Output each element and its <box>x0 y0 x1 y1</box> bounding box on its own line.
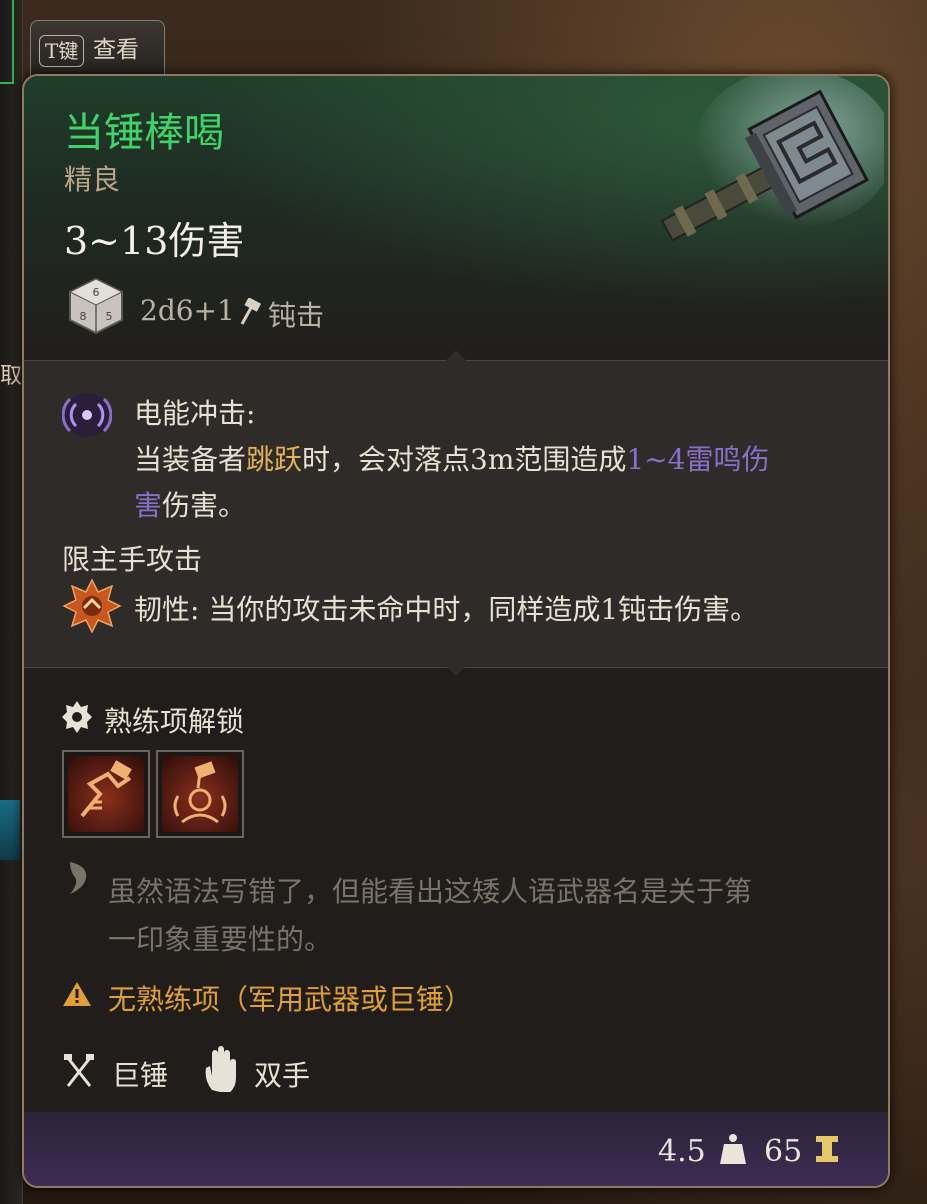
effect-text: 时，会对落点3m范围造成 <box>302 443 627 476</box>
flavor-text-line-1: 虽然语法写错了，但能看出这矮人语武器名是关于第 <box>108 875 753 908</box>
crossed-weapons-icon <box>64 1054 94 1087</box>
t-key-hint: T键 <box>39 35 85 67</box>
weapon-type: 巨锤 <box>112 1059 169 1092</box>
electric-effect-title: 电能冲击: <box>134 397 256 430</box>
slot-background <box>162 756 238 832</box>
svg-text:5: 5 <box>106 310 113 323</box>
proficiency-action-slot-1[interactable] <box>62 750 150 838</box>
item-damage: 3~13伤害 <box>64 219 245 263</box>
tenacity-effect: 韧性: 当你的攻击未命中时，同样造成1钝击伤害。 <box>134 588 758 628</box>
tenacity-text: 当你的攻击未命中时，同样造成1钝击伤害。 <box>199 593 759 626</box>
effect-text: 当装备者 <box>134 443 247 476</box>
slot-background <box>68 756 144 832</box>
inspect-label: 查看 <box>93 37 139 63</box>
tooltip-footer-bar <box>24 1112 888 1186</box>
proficiency-unlock-label: 熟练项解锁 <box>104 705 245 738</box>
quill-icon <box>70 862 87 894</box>
effect-text: 伤害。 <box>162 489 247 522</box>
warning-icon <box>63 982 91 1006</box>
thunder-damage-keyword[interactable]: 1~4雷鸣伤 <box>626 443 769 476</box>
tenacity-icon <box>62 578 122 634</box>
side-panel-char: 取 <box>0 364 23 389</box>
no-proficiency-warning: 无熟练项（军用武器或巨锤） <box>108 983 473 1016</box>
proficiency-badge-icon <box>62 701 92 733</box>
selected-slot-frame <box>0 0 14 84</box>
flavor-text-line-2: 一印象重要性的。 <box>108 923 333 956</box>
item-weight: 4.5 <box>658 1134 706 1169</box>
damage-type: 钝击 <box>268 299 325 332</box>
tenacity-shout-icon <box>173 761 227 824</box>
left-side-panel: 取 <box>0 0 23 1204</box>
warhammer-icon <box>660 76 884 242</box>
item-rarity: 精良 <box>64 163 121 196</box>
gold-coin-icon <box>816 1136 838 1162</box>
item-tooltip: 当锤棒喝 精良 3~13伤害 6 8 5 2d6+1 钝击 电能冲击: 当装备者… <box>22 74 890 1188</box>
main-hand-restriction: 限主手攻击 <box>62 543 203 576</box>
handedness: 双手 <box>254 1059 311 1092</box>
dice-icon: 6 8 5 <box>68 277 124 335</box>
electric-effect-line-1: 当装备者跳跃时，会对落点3m范围造成1~4雷鸣伤 <box>134 438 770 478</box>
item-value: 65 <box>764 1134 803 1169</box>
thunder-damage-keyword-cont[interactable]: 害 <box>134 489 162 522</box>
weight-icon <box>720 1134 746 1164</box>
rush-attack-icon <box>80 760 132 818</box>
side-panel-marker <box>0 800 20 860</box>
damage-dice: 2d6+1 <box>140 294 235 327</box>
jump-keyword[interactable]: 跳跃 <box>246 443 302 476</box>
electric-shock-icon <box>62 393 112 437</box>
inspect-tab[interactable]: T键 查看 <box>30 20 165 79</box>
svg-text:8: 8 <box>80 310 87 323</box>
electric-effect-line-2: 害伤害。 <box>134 484 246 524</box>
two-handed-icon <box>205 1046 236 1092</box>
svg-text:6: 6 <box>93 286 100 299</box>
proficiency-action-slot-2[interactable] <box>156 750 244 838</box>
blunt-damage-icon <box>240 298 262 325</box>
item-name: 当锤棒喝 <box>64 110 224 156</box>
tenacity-title: 韧性: <box>134 593 200 626</box>
